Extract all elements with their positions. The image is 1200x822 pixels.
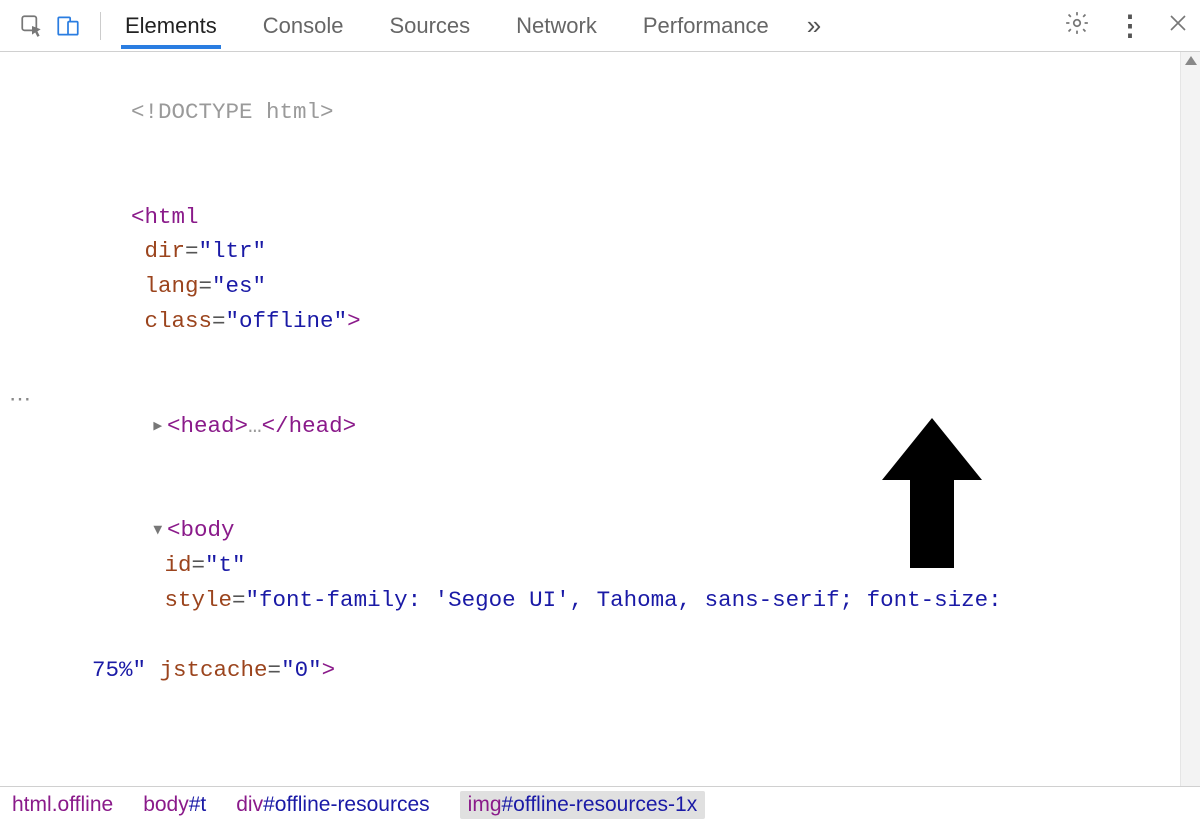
elements-panel: ⋯ <!DOCTYPE html> <html dir="ltr" lang="… [0,52,1200,786]
tab-elements[interactable]: Elements [121,3,221,49]
dom-body-open[interactable]: ▾<body id="t" style="font-family: 'Segoe… [42,479,1180,758]
vertical-scrollbar[interactable] [1180,52,1200,786]
kebab-menu-icon[interactable]: ⋮ [1116,9,1140,42]
tree-gutter: ⋯ [0,52,40,786]
scrollbar-arrow-up-icon[interactable] [1185,56,1197,65]
tab-network[interactable]: Network [512,3,601,49]
dom-tree[interactable]: <!DOCTYPE html> <html dir="ltr" lang="es… [40,52,1180,786]
inspect-element-icon[interactable] [14,8,50,44]
breadcrumb-html[interactable]: html.offline [12,793,113,817]
tab-performance[interactable]: Performance [639,3,773,49]
dom-html-open[interactable]: <html dir="ltr" lang="es" class="offline… [42,165,1180,374]
breadcrumb-img-1x[interactable]: img#offline-resources-1x [460,791,706,819]
dom-head[interactable]: ▸<head>…</head> [42,374,1180,479]
gutter-ellipsis-icon: ⋯ [9,386,31,411]
dom-main-frame-error[interactable]: ▸<div id="main-frame-error" class="inter… [42,758,1180,787]
device-toolbar-icon[interactable] [50,8,86,44]
more-tabs-icon[interactable]: » [807,10,821,41]
breadcrumb-offline-resources[interactable]: div#offline-resources [236,793,429,817]
elements-breadcrumb: html.offline body#t div#offline-resource… [0,786,1200,822]
dom-doctype[interactable]: <!DOCTYPE html> [42,60,1180,165]
close-icon[interactable] [1166,11,1190,41]
collapse-toggle-icon[interactable]: ▾ [151,513,167,548]
gear-icon[interactable] [1064,10,1090,42]
tab-console[interactable]: Console [259,3,348,49]
tab-sources[interactable]: Sources [385,3,474,49]
toolbar-right: ⋮ [1064,9,1190,42]
toolbar-separator [100,12,101,40]
breadcrumb-body[interactable]: body#t [143,793,206,817]
devtools-tabs: Elements Console Sources Network Perform… [121,3,773,49]
annotation-arrow-icon [882,418,982,568]
devtools-toolbar: Elements Console Sources Network Perform… [0,0,1200,52]
expand-toggle-icon[interactable]: ▸ [151,409,167,444]
